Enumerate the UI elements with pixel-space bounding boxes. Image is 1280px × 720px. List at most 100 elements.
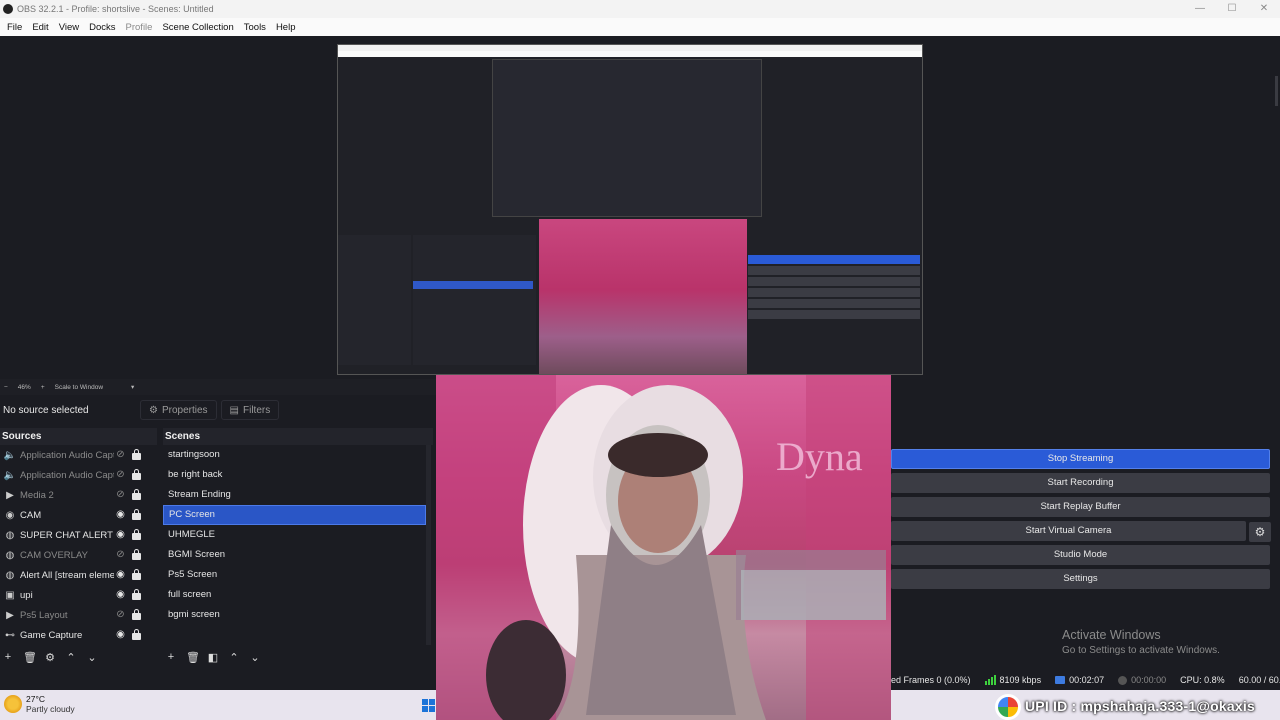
globe-icon: ◍ — [5, 569, 15, 581]
add-source-icon[interactable]: + — [2, 651, 14, 663]
source-row[interactable]: 🔈 Application Audio Captu ⊘ — [0, 445, 157, 465]
menu-tools[interactable]: Tools — [239, 22, 271, 33]
maximize-button[interactable]: ☐ — [1216, 0, 1248, 18]
lock-icon[interactable] — [132, 509, 141, 520]
eye-icon[interactable]: ◉ — [115, 569, 126, 580]
source-row[interactable]: ◍ SUPER CHAT ALERT ◉ — [0, 525, 157, 545]
scene-item[interactable]: BGMI Screen — [163, 545, 426, 565]
move-down-icon[interactable]: ⌄ — [86, 651, 98, 664]
webcam-photo-shapes: Dyna — [436, 375, 891, 720]
scene-item[interactable]: UHMEGLE — [163, 525, 426, 545]
menu-bar: File Edit View Docks Profile Scene Colle… — [0, 18, 1280, 36]
source-label: upi — [20, 589, 33, 601]
scene-item[interactable]: Stream Ending — [163, 485, 426, 505]
sources-list: 🔈 Application Audio Captu ⊘ 🔈 Applicatio… — [0, 445, 157, 645]
scene-item[interactable]: Ps5 Screen — [163, 565, 426, 585]
nested-inner-preview — [492, 59, 762, 217]
eye-slash-icon[interactable]: ⊘ — [115, 489, 126, 500]
source-row[interactable]: ▣ upi ◉ — [0, 585, 157, 605]
lock-icon[interactable] — [132, 569, 141, 580]
scene-item[interactable]: be right back — [163, 465, 426, 485]
obs-logo-icon — [3, 4, 13, 14]
globe-icon: ◍ — [5, 529, 15, 541]
filters-button[interactable]: ▤ Filters — [220, 400, 280, 420]
properties-button[interactable]: ⚙ Properties — [140, 400, 217, 420]
lock-icon[interactable] — [132, 589, 141, 600]
nested-button — [748, 266, 920, 275]
eye-icon[interactable]: ◉ — [115, 589, 126, 600]
windows-start-icon[interactable] — [422, 699, 435, 712]
close-button[interactable]: ✕ — [1248, 0, 1280, 18]
move-up-icon[interactable]: ⌃ — [65, 651, 77, 664]
source-row[interactable]: ▶ Ps5 Layout ⊘ — [0, 605, 157, 625]
source-row[interactable]: 🔈 Application Audio Captu ⊘ — [0, 465, 157, 485]
eye-slash-icon[interactable]: ⊘ — [115, 449, 126, 460]
studio-mode-button[interactable]: Studio Mode — [891, 545, 1270, 565]
scene-filter-icon[interactable]: ◧ — [207, 651, 219, 664]
source-label: SUPER CHAT ALERT — [20, 529, 113, 541]
zoom-mode-select[interactable]: Scale to Window — [55, 384, 103, 391]
signal-icon — [984, 675, 996, 685]
menu-edit[interactable]: Edit — [27, 22, 53, 33]
eye-slash-icon[interactable]: ⊘ — [115, 549, 126, 560]
source-toolbar: No source selected ⚙ Properties ▤ Filter… — [0, 398, 436, 422]
nested-button — [748, 310, 920, 319]
source-settings-icon[interactable]: ⚙ — [44, 651, 56, 664]
start-replay-buffer-button[interactable]: Start Replay Buffer — [891, 497, 1270, 517]
menu-help[interactable]: Help — [271, 22, 301, 33]
bitrate-value: 8109 kbps — [999, 675, 1042, 685]
obs-window: OBS 32.2.1 - Profile: shortslive - Scene… — [0, 0, 1280, 720]
zoom-out-button[interactable]: − — [4, 384, 8, 391]
move-down-icon[interactable]: ⌄ — [249, 651, 261, 664]
google-pay-icon — [995, 694, 1021, 720]
eye-slash-icon[interactable]: ⊘ — [115, 469, 126, 480]
lock-icon[interactable] — [132, 549, 141, 560]
lock-icon[interactable] — [132, 629, 141, 640]
lock-icon[interactable] — [132, 529, 141, 540]
weather-widget[interactable]: 27°C Partly cloudy — [4, 694, 75, 714]
lock-icon[interactable] — [132, 489, 141, 500]
chevron-down-icon[interactable]: ▾ — [131, 383, 134, 391]
menu-profile[interactable]: Profile — [121, 22, 158, 33]
stop-streaming-button[interactable]: Stop Streaming — [891, 449, 1270, 469]
settings-button[interactable]: Settings — [891, 569, 1270, 589]
nested-menu-bar — [338, 51, 922, 57]
start-virtual-camera-button[interactable]: Start Virtual Camera — [891, 521, 1246, 541]
menu-file[interactable]: File — [2, 22, 27, 33]
menu-scene-collection[interactable]: Scene Collection — [157, 22, 238, 33]
eye-slash-icon[interactable]: ⊘ — [115, 609, 126, 620]
menu-view[interactable]: View — [54, 22, 84, 33]
lock-icon[interactable] — [132, 609, 141, 620]
svg-text:Dyna: Dyna — [776, 434, 863, 479]
source-row[interactable]: ▶ Media 2 ⊘ — [0, 485, 157, 505]
eye-icon[interactable]: ◉ — [115, 629, 126, 640]
move-up-icon[interactable]: ⌃ — [228, 651, 240, 664]
scene-item[interactable]: startingsoon — [163, 445, 426, 465]
preview-scrollbar[interactable] — [1275, 76, 1278, 106]
preview-canvas[interactable] — [0, 36, 1280, 379]
eye-icon[interactable]: ◉ — [115, 509, 126, 520]
sun-icon — [4, 695, 22, 713]
scenes-toolbar: + 🗑 ◧ ⌃ ⌄ — [165, 648, 261, 666]
eye-icon[interactable]: ◉ — [115, 529, 126, 540]
lock-icon[interactable] — [132, 449, 141, 460]
source-row[interactable]: ⊷ Game Capture ◉ — [0, 625, 157, 645]
zoom-in-button[interactable]: + — [41, 384, 45, 391]
menu-docks[interactable]: Docks — [84, 22, 120, 33]
scene-item-selected[interactable]: PC Screen — [163, 505, 426, 525]
source-row[interactable]: ◉ CAM ◉ — [0, 505, 157, 525]
source-row[interactable]: ◍ CAM OVERLAY ⊘ — [0, 545, 157, 565]
remove-scene-icon[interactable]: 🗑 — [186, 651, 200, 664]
virtual-camera-gear-icon[interactable]: ⚙ — [1249, 522, 1271, 542]
lock-icon[interactable] — [132, 469, 141, 480]
source-row[interactable]: ◍ Alert All [stream elemen ◉ — [0, 565, 157, 585]
remove-source-icon[interactable]: 🗑 — [23, 651, 37, 664]
zoom-bar: − 46% + Scale to Window ▾ — [0, 379, 436, 395]
minimize-button[interactable]: — — [1184, 0, 1216, 18]
scenes-scrollbar[interactable] — [426, 445, 431, 645]
scene-item[interactable]: full screen — [163, 585, 426, 605]
start-recording-button[interactable]: Start Recording — [891, 473, 1270, 493]
scene-item[interactable]: bgmi screen — [163, 605, 426, 625]
add-scene-icon[interactable]: + — [165, 651, 177, 663]
nested-webcam-photo — [539, 219, 747, 374]
